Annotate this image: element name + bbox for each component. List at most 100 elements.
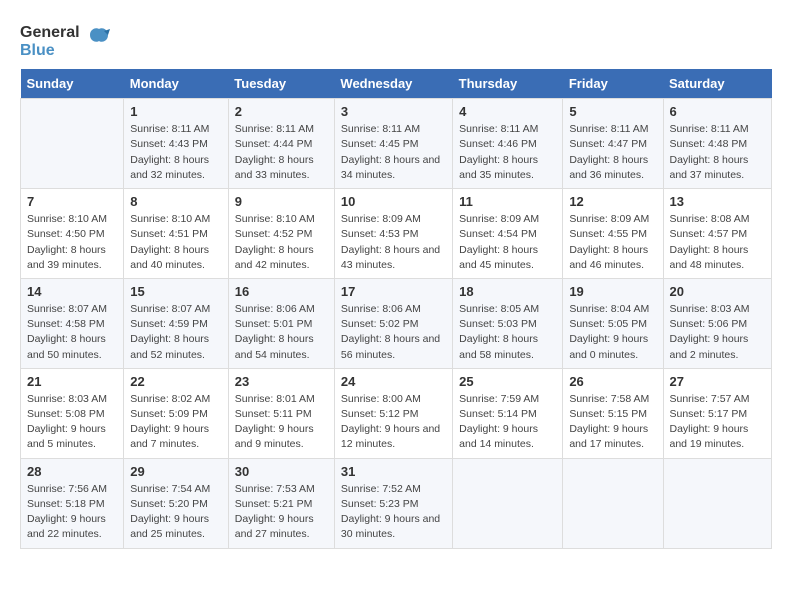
weekday-header-monday: Monday (124, 69, 229, 99)
day-number: 24 (341, 374, 446, 389)
weekday-header-saturday: Saturday (663, 69, 772, 99)
calendar-cell: 24 Sunrise: 8:00 AMSunset: 5:12 PMDaylig… (334, 368, 452, 458)
day-info: Sunrise: 8:07 AMSunset: 4:58 PMDaylight:… (27, 302, 117, 363)
logo: General Blue (20, 20, 110, 59)
day-number: 19 (569, 284, 656, 299)
day-number: 9 (235, 194, 328, 209)
calendar-cell: 29 Sunrise: 7:54 AMSunset: 5:20 PMDaylig… (124, 458, 229, 548)
day-info: Sunrise: 8:01 AMSunset: 5:11 PMDaylight:… (235, 392, 328, 453)
day-info: Sunrise: 8:06 AMSunset: 5:02 PMDaylight:… (341, 302, 446, 363)
calendar-week-row: 14 Sunrise: 8:07 AMSunset: 4:58 PMDaylig… (21, 278, 772, 368)
calendar-cell: 2 Sunrise: 8:11 AMSunset: 4:44 PMDayligh… (228, 99, 334, 189)
calendar-cell: 28 Sunrise: 7:56 AMSunset: 5:18 PMDaylig… (21, 458, 124, 548)
calendar-cell: 12 Sunrise: 8:09 AMSunset: 4:55 PMDaylig… (563, 189, 663, 279)
day-info: Sunrise: 8:03 AMSunset: 5:08 PMDaylight:… (27, 392, 117, 453)
day-info: Sunrise: 8:11 AMSunset: 4:48 PMDaylight:… (670, 122, 766, 183)
day-number: 29 (130, 464, 222, 479)
weekday-header-friday: Friday (563, 69, 663, 99)
page-header: General Blue (20, 20, 772, 59)
day-number: 27 (670, 374, 766, 389)
calendar-week-row: 28 Sunrise: 7:56 AMSunset: 5:18 PMDaylig… (21, 458, 772, 548)
day-info: Sunrise: 8:04 AMSunset: 5:05 PMDaylight:… (569, 302, 656, 363)
day-info: Sunrise: 8:11 AMSunset: 4:43 PMDaylight:… (130, 122, 222, 183)
day-info: Sunrise: 7:59 AMSunset: 5:14 PMDaylight:… (459, 392, 556, 453)
day-number: 13 (670, 194, 766, 209)
day-number: 21 (27, 374, 117, 389)
logo-general-text: General (20, 24, 80, 42)
calendar-cell: 21 Sunrise: 8:03 AMSunset: 5:08 PMDaylig… (21, 368, 124, 458)
day-info: Sunrise: 8:09 AMSunset: 4:54 PMDaylight:… (459, 212, 556, 273)
day-info: Sunrise: 8:00 AMSunset: 5:12 PMDaylight:… (341, 392, 446, 453)
calendar-week-row: 7 Sunrise: 8:10 AMSunset: 4:50 PMDayligh… (21, 189, 772, 279)
calendar-week-row: 1 Sunrise: 8:11 AMSunset: 4:43 PMDayligh… (21, 99, 772, 189)
day-info: Sunrise: 8:02 AMSunset: 5:09 PMDaylight:… (130, 392, 222, 453)
weekday-header-thursday: Thursday (453, 69, 563, 99)
day-info: Sunrise: 8:10 AMSunset: 4:51 PMDaylight:… (130, 212, 222, 273)
calendar-cell: 13 Sunrise: 8:08 AMSunset: 4:57 PMDaylig… (663, 189, 772, 279)
day-number: 2 (235, 104, 328, 119)
calendar-cell: 14 Sunrise: 8:07 AMSunset: 4:58 PMDaylig… (21, 278, 124, 368)
day-number: 6 (670, 104, 766, 119)
calendar-cell: 3 Sunrise: 8:11 AMSunset: 4:45 PMDayligh… (334, 99, 452, 189)
calendar-week-row: 21 Sunrise: 8:03 AMSunset: 5:08 PMDaylig… (21, 368, 772, 458)
day-number: 10 (341, 194, 446, 209)
calendar-cell: 15 Sunrise: 8:07 AMSunset: 4:59 PMDaylig… (124, 278, 229, 368)
calendar-cell: 6 Sunrise: 8:11 AMSunset: 4:48 PMDayligh… (663, 99, 772, 189)
day-info: Sunrise: 7:58 AMSunset: 5:15 PMDaylight:… (569, 392, 656, 453)
day-number: 4 (459, 104, 556, 119)
day-number: 8 (130, 194, 222, 209)
calendar-cell (563, 458, 663, 548)
day-number: 15 (130, 284, 222, 299)
day-number: 30 (235, 464, 328, 479)
day-number: 1 (130, 104, 222, 119)
day-info: Sunrise: 8:06 AMSunset: 5:01 PMDaylight:… (235, 302, 328, 363)
logo-bird-icon (88, 27, 110, 55)
day-info: Sunrise: 7:56 AMSunset: 5:18 PMDaylight:… (27, 482, 117, 543)
logo-wordmark: General Blue (20, 24, 80, 59)
day-number: 22 (130, 374, 222, 389)
day-number: 7 (27, 194, 117, 209)
day-number: 26 (569, 374, 656, 389)
calendar-cell: 31 Sunrise: 7:52 AMSunset: 5:23 PMDaylig… (334, 458, 452, 548)
calendar-cell: 22 Sunrise: 8:02 AMSunset: 5:09 PMDaylig… (124, 368, 229, 458)
day-number: 11 (459, 194, 556, 209)
day-info: Sunrise: 8:11 AMSunset: 4:46 PMDaylight:… (459, 122, 556, 183)
calendar-cell: 27 Sunrise: 7:57 AMSunset: 5:17 PMDaylig… (663, 368, 772, 458)
day-info: Sunrise: 8:05 AMSunset: 5:03 PMDaylight:… (459, 302, 556, 363)
calendar-cell: 5 Sunrise: 8:11 AMSunset: 4:47 PMDayligh… (563, 99, 663, 189)
day-number: 28 (27, 464, 117, 479)
calendar-cell: 7 Sunrise: 8:10 AMSunset: 4:50 PMDayligh… (21, 189, 124, 279)
calendar-cell: 10 Sunrise: 8:09 AMSunset: 4:53 PMDaylig… (334, 189, 452, 279)
calendar-cell: 1 Sunrise: 8:11 AMSunset: 4:43 PMDayligh… (124, 99, 229, 189)
calendar-cell: 17 Sunrise: 8:06 AMSunset: 5:02 PMDaylig… (334, 278, 452, 368)
calendar-cell: 18 Sunrise: 8:05 AMSunset: 5:03 PMDaylig… (453, 278, 563, 368)
day-number: 17 (341, 284, 446, 299)
day-number: 12 (569, 194, 656, 209)
day-info: Sunrise: 7:52 AMSunset: 5:23 PMDaylight:… (341, 482, 446, 543)
calendar-cell: 16 Sunrise: 8:06 AMSunset: 5:01 PMDaylig… (228, 278, 334, 368)
day-number: 20 (670, 284, 766, 299)
calendar-cell (21, 99, 124, 189)
weekday-header-row: SundayMondayTuesdayWednesdayThursdayFrid… (21, 69, 772, 99)
day-info: Sunrise: 7:57 AMSunset: 5:17 PMDaylight:… (670, 392, 766, 453)
calendar-cell: 4 Sunrise: 8:11 AMSunset: 4:46 PMDayligh… (453, 99, 563, 189)
day-number: 3 (341, 104, 446, 119)
logo-blue-text: Blue (20, 42, 80, 60)
weekday-header-wednesday: Wednesday (334, 69, 452, 99)
day-info: Sunrise: 8:09 AMSunset: 4:53 PMDaylight:… (341, 212, 446, 273)
weekday-header-tuesday: Tuesday (228, 69, 334, 99)
day-number: 18 (459, 284, 556, 299)
calendar-cell: 19 Sunrise: 8:04 AMSunset: 5:05 PMDaylig… (563, 278, 663, 368)
day-info: Sunrise: 8:10 AMSunset: 4:52 PMDaylight:… (235, 212, 328, 273)
calendar-cell: 25 Sunrise: 7:59 AMSunset: 5:14 PMDaylig… (453, 368, 563, 458)
day-number: 16 (235, 284, 328, 299)
calendar-table: SundayMondayTuesdayWednesdayThursdayFrid… (20, 69, 772, 548)
day-info: Sunrise: 8:07 AMSunset: 4:59 PMDaylight:… (130, 302, 222, 363)
day-number: 5 (569, 104, 656, 119)
day-info: Sunrise: 8:08 AMSunset: 4:57 PMDaylight:… (670, 212, 766, 273)
day-info: Sunrise: 8:09 AMSunset: 4:55 PMDaylight:… (569, 212, 656, 273)
day-number: 25 (459, 374, 556, 389)
day-number: 31 (341, 464, 446, 479)
calendar-cell: 26 Sunrise: 7:58 AMSunset: 5:15 PMDaylig… (563, 368, 663, 458)
day-number: 14 (27, 284, 117, 299)
